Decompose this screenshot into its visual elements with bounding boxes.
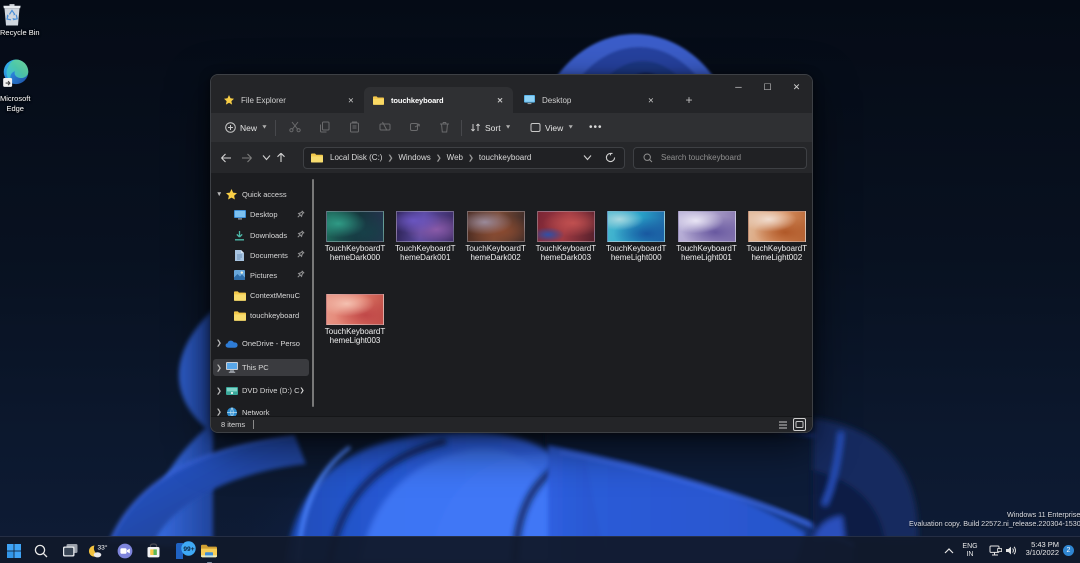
svg-text:99+: 99+ xyxy=(183,546,194,553)
svg-text:33°: 33° xyxy=(97,544,107,552)
